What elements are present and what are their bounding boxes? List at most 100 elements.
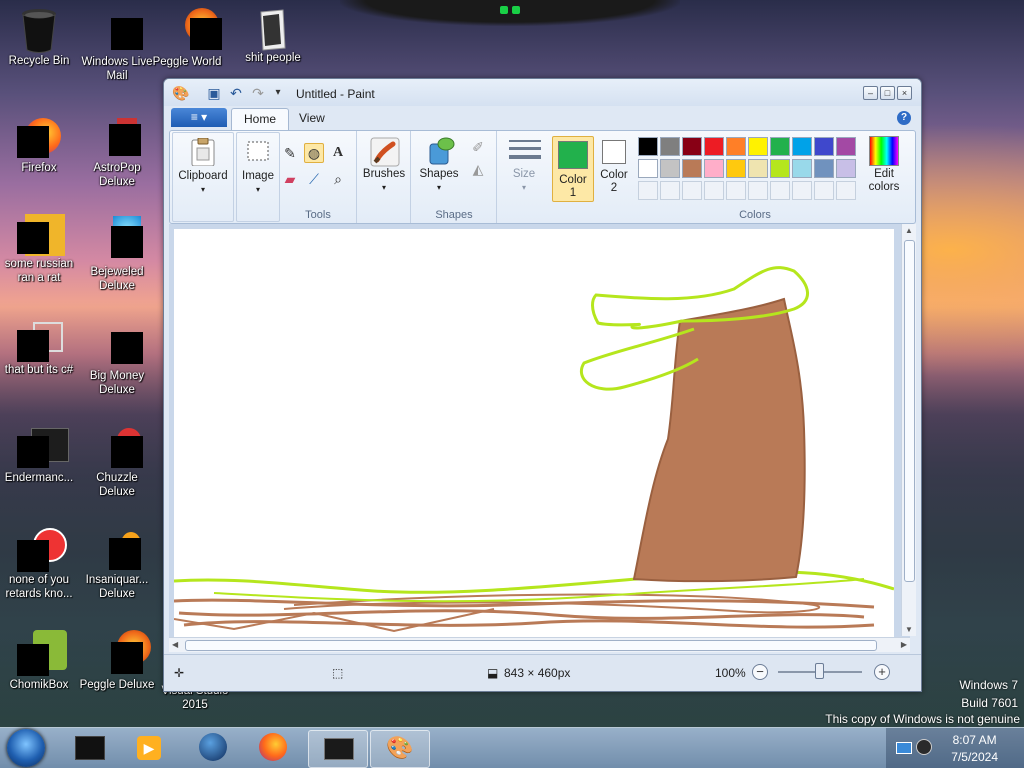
desktop-icon-folder[interactable]: shit people [234, 8, 312, 65]
scroll-left-icon[interactable]: ◀ [172, 640, 178, 649]
custom-color-slot[interactable] [748, 181, 768, 200]
start-button[interactable] [7, 729, 45, 767]
network-icon[interactable] [896, 742, 912, 754]
desktop-icon-astropop[interactable]: AstroPop Deluxe [78, 118, 156, 189]
tray-app-icon[interactable] [916, 739, 932, 755]
palette-color[interactable] [836, 159, 856, 178]
palette-color[interactable] [814, 159, 834, 178]
palette-color[interactable] [638, 159, 658, 178]
desktop-icon-chomikbox[interactable]: ChomikBox [0, 630, 78, 692]
shape-fill-icon[interactable]: ◭ [468, 159, 488, 179]
custom-color-slot[interactable] [836, 181, 856, 200]
custom-color-slot[interactable] [770, 181, 790, 200]
desktop-icon-none-of-you[interactable]: none of you retards kno... [0, 528, 78, 601]
tools-group: ✎ ◍ A ▰ ⟋ ⌕ Tools [280, 131, 357, 223]
scroll-down-icon[interactable]: ▼ [905, 625, 913, 634]
paint-menu-button[interactable]: ≡ ▾ [171, 108, 227, 127]
palette-color[interactable] [682, 137, 702, 156]
customize-qat-icon[interactable]: ▾ [270, 85, 286, 101]
desktop-icon-windows-live-mail[interactable]: Windows Live Mail [78, 12, 156, 83]
paint-app-icon[interactable]: 🎨 [172, 85, 189, 101]
title-bar[interactable]: 🎨 ▣ ↶ ↷ ▾ Untitled - Paint – □ × [164, 79, 921, 106]
desktop-icon-chuzzle[interactable]: Chuzzle Deluxe [78, 428, 156, 499]
horizontal-scroll-thumb[interactable] [185, 640, 877, 651]
shapes-button[interactable]: Shapes ▾ [414, 136, 464, 194]
palette-color[interactable] [726, 137, 746, 156]
magnifier-icon[interactable]: ⌕ [328, 169, 348, 189]
desktop-icon-russian-rat[interactable]: some russian ran a rat [0, 214, 78, 285]
desktop-icon-peggle-world[interactable]: Peggle World [148, 8, 226, 69]
palette-color[interactable] [748, 159, 768, 178]
close-button[interactable]: × [897, 86, 912, 100]
canvas-size-text: 843 × 460px [504, 666, 571, 680]
desktop-icon-endermanch[interactable]: Endermanc... [0, 428, 78, 485]
scroll-up-icon[interactable]: ▲ [905, 226, 913, 235]
drawing-canvas[interactable] [173, 229, 895, 637]
vertical-scrollbar[interactable]: ▲ ▼ [901, 224, 916, 636]
desktop-icon-peggle-deluxe[interactable]: Peggle Deluxe [78, 630, 156, 692]
help-icon[interactable]: ? [897, 111, 911, 125]
palette-color[interactable] [660, 159, 680, 178]
brushes-button[interactable]: Brushes ▾ [358, 136, 410, 194]
paint-window[interactable]: 🎨 ▣ ↶ ↷ ▾ Untitled - Paint – □ × ≡ ▾ Hom… [163, 78, 922, 692]
edit-colors-button[interactable]: Edit colors [864, 136, 904, 194]
vertical-scroll-thumb[interactable] [904, 240, 915, 582]
palette-color[interactable] [748, 137, 768, 156]
tab-view[interactable]: View [287, 108, 337, 129]
taskbar-firefox[interactable] [244, 730, 302, 766]
desktop-icon-firefox[interactable]: Firefox [0, 118, 78, 175]
palette-color[interactable] [704, 159, 724, 178]
custom-color-slot[interactable] [660, 181, 680, 200]
taskbar-paint[interactable]: 🎨 [370, 730, 430, 768]
taskbar-media-player[interactable]: ▶ [120, 730, 178, 766]
desktop-icon-that-but-csharp[interactable]: that but its c# [0, 320, 78, 377]
taskbar-globe[interactable] [184, 730, 242, 766]
image-button[interactable]: Image ▾ [237, 138, 279, 196]
minimize-button[interactable]: – [863, 86, 878, 100]
maximize-button[interactable]: □ [880, 86, 895, 100]
horizontal-scrollbar[interactable]: ◀ ▶ [169, 637, 910, 652]
clock[interactable]: 8:07 AM 7/5/2024 [951, 732, 998, 766]
outline-icon[interactable]: ✐ [468, 137, 488, 157]
palette-color[interactable] [836, 137, 856, 156]
redo-icon[interactable]: ↷ [250, 85, 266, 101]
fill-icon[interactable]: ◍ [304, 143, 324, 163]
tab-home[interactable]: Home [231, 108, 290, 130]
custom-color-slot[interactable] [726, 181, 746, 200]
palette-color[interactable] [770, 159, 790, 178]
save-icon[interactable]: ▣ [206, 85, 222, 101]
palette-color[interactable] [792, 159, 812, 178]
eraser-icon[interactable]: ▰ [280, 169, 300, 189]
palette-color[interactable] [682, 159, 702, 178]
desktop-icon-insaniquarium[interactable]: Insaniquar... Deluxe [78, 530, 156, 601]
palette-color[interactable] [814, 137, 834, 156]
palette-color[interactable] [704, 137, 724, 156]
custom-color-slot[interactable] [638, 181, 658, 200]
size-button[interactable]: Size ▾ [502, 136, 546, 194]
clipboard-button[interactable]: Clipboard ▾ [177, 137, 229, 196]
desktop-icon-recycle-bin[interactable]: Recycle Bin [0, 6, 78, 68]
text-icon[interactable]: A [328, 143, 348, 163]
zoom-out-button[interactable]: − [752, 664, 768, 680]
custom-color-slot[interactable] [792, 181, 812, 200]
pencil-icon[interactable]: ✎ [280, 143, 300, 163]
color2-button[interactable]: Color 2 [594, 136, 634, 200]
palette-color[interactable] [792, 137, 812, 156]
zoom-in-button[interactable]: + [874, 664, 890, 680]
taskbar-app-black[interactable] [60, 730, 118, 766]
custom-color-slot[interactable] [704, 181, 724, 200]
zoom-slider-thumb[interactable] [815, 663, 824, 679]
palette-color[interactable] [660, 137, 680, 156]
palette-color[interactable] [726, 159, 746, 178]
taskbar-window-running[interactable] [308, 730, 368, 768]
color1-button[interactable]: Color 1 [552, 136, 594, 202]
scroll-right-icon[interactable]: ▶ [901, 640, 907, 649]
palette-color[interactable] [638, 137, 658, 156]
undo-icon[interactable]: ↶ [228, 85, 244, 101]
palette-color[interactable] [770, 137, 790, 156]
color-picker-icon[interactable]: ⟋ [304, 169, 324, 189]
desktop-icon-bejeweled[interactable]: Bejeweled Deluxe [78, 216, 156, 293]
custom-color-slot[interactable] [682, 181, 702, 200]
desktop-icon-big-money[interactable]: Big Money Deluxe [78, 326, 156, 397]
custom-color-slot[interactable] [814, 181, 834, 200]
